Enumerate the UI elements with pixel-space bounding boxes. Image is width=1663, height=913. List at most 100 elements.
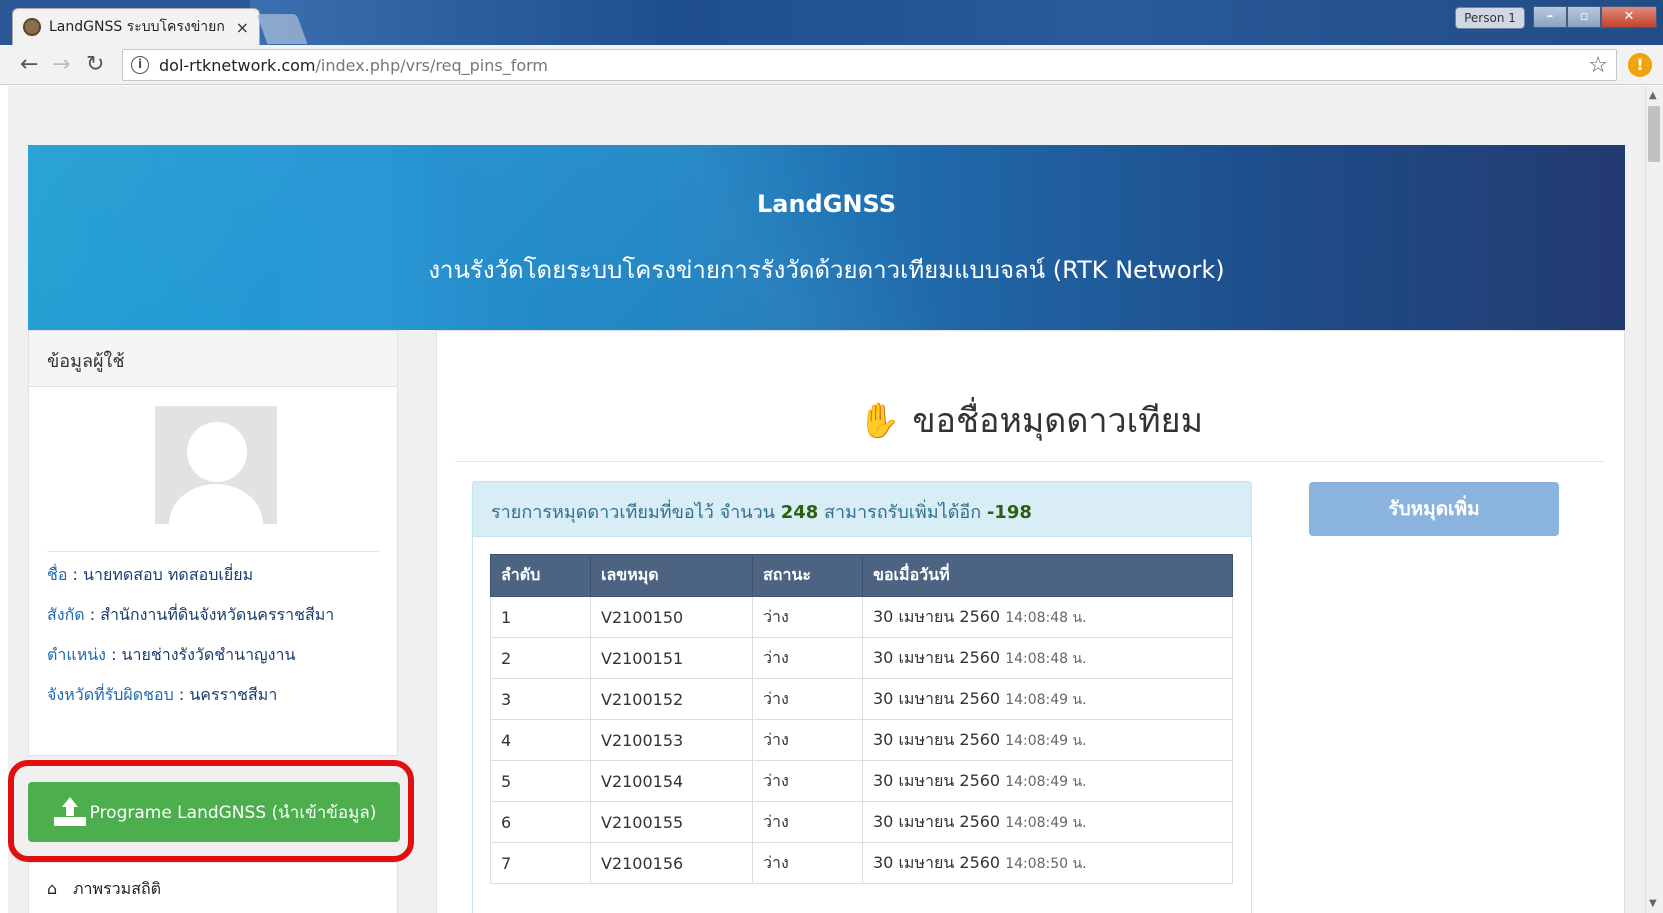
cell-date-time: 14:08:48 น. bbox=[1005, 609, 1087, 626]
tab-close-icon[interactable]: × bbox=[236, 18, 249, 37]
close-window-button[interactable]: ✕ bbox=[1601, 6, 1657, 28]
user-name-row: ชื่อ : นายทดสอบ ทดสอบเยี่ยม bbox=[47, 565, 254, 584]
cell-date-day: 30 เมษายน 2560 bbox=[873, 729, 1001, 749]
minimize-button[interactable]: – bbox=[1533, 6, 1567, 28]
col-header-no: ลำดับ bbox=[490, 554, 591, 597]
pin-summary: รายการหมุดดาวเทียมที่ขอไว้ จำนวน 248 สาม… bbox=[472, 481, 1252, 537]
cell-no: 5 bbox=[490, 760, 591, 802]
cell-date-day: 30 เมษายน 2560 bbox=[873, 852, 1001, 872]
address-bar[interactable]: i dol-rtknetwork.com/index.php/vrs/req_p… bbox=[122, 49, 1617, 81]
tab-landgnss[interactable]: LandGNSS ระบบโครงข่ายก × bbox=[12, 8, 260, 45]
back-arrow-icon[interactable]: ← bbox=[20, 53, 38, 77]
col-header-date: ขอเมื่อวันที่ bbox=[862, 554, 1233, 597]
cell-date-day: 30 เมษายน 2560 bbox=[873, 647, 1001, 667]
cell-date: 30 เมษายน 2560 14:08:48 น. bbox=[862, 637, 1233, 679]
main-panel: ✋ ขอชื่อหมุดดาวเทียม รายการหมุดดาวเทียมที… bbox=[436, 330, 1625, 913]
cell-status: ว่าง bbox=[752, 760, 863, 802]
user-province-row: จังหวัดที่รับผิดชอบ : นครราชสีมา bbox=[47, 685, 278, 704]
table-row: 2 V2100151 ว่าง 30 เมษายน 2560 14:08:48 … bbox=[490, 637, 1233, 679]
forward-arrow-icon[interactable]: → bbox=[52, 53, 70, 77]
summary-remaining: -198 bbox=[986, 502, 1032, 523]
cell-date-day: 30 เมษายน 2560 bbox=[873, 770, 1001, 790]
warning-extension-icon[interactable]: ! bbox=[1628, 53, 1652, 77]
cell-pin: V2100153 bbox=[590, 719, 753, 761]
restore-button[interactable]: ▫ bbox=[1567, 6, 1601, 28]
cell-date-time: 14:08:50 น. bbox=[1005, 855, 1087, 872]
banner-subtitle: งานรังวัดโดยระบบโครงข่ายการรังวัดด้วยดาว… bbox=[428, 256, 1225, 284]
cell-date-time: 14:08:48 น. bbox=[1005, 650, 1087, 667]
table-row: 7 V2100156 ว่าง 30 เมษายน 2560 14:08:50 … bbox=[490, 842, 1233, 884]
pins-table-wrapper: ลำดับ เลขหมุด สถานะ ขอเมื่อวันที่ 1 V210… bbox=[472, 537, 1252, 913]
user-panel-title: ข้อมูลผู้ใช้ bbox=[29, 331, 397, 387]
cell-no: 7 bbox=[490, 842, 591, 884]
page-scrollbar[interactable] bbox=[1645, 86, 1663, 913]
cell-date-time: 14:08:49 น. bbox=[1005, 732, 1087, 749]
site-banner: LandGNSS งานรังวัดโดยระบบโครงข่ายการรังว… bbox=[28, 145, 1625, 330]
table-row: 5 V2100154 ว่าง 30 เมษายน 2560 14:08:49 … bbox=[490, 760, 1233, 802]
scroll-down-arrow-icon[interactable]: ▼ bbox=[1649, 898, 1657, 909]
cell-date-day: 30 เมษายน 2560 bbox=[873, 811, 1001, 831]
cell-date: 30 เมษายน 2560 14:08:49 น. bbox=[862, 760, 1233, 802]
page-title: ✋ ขอชื่อหมุดดาวเทียม bbox=[437, 393, 1624, 447]
hand-icon: ✋ bbox=[857, 401, 901, 441]
cell-status: ว่าง bbox=[752, 719, 863, 761]
cell-no: 3 bbox=[490, 678, 591, 720]
cell-pin: V2100151 bbox=[590, 637, 753, 679]
user-name-label: ชื่อ bbox=[47, 565, 68, 584]
cell-no: 6 bbox=[490, 801, 591, 843]
bookmark-star-icon[interactable]: ☆ bbox=[1588, 53, 1608, 78]
cell-date-day: 30 เมษายน 2560 bbox=[873, 606, 1001, 626]
url-path: /index.php/vrs/req_pins_form bbox=[315, 55, 548, 75]
cell-pin: V2100150 bbox=[590, 596, 753, 638]
cell-no: 1 bbox=[490, 596, 591, 638]
table-row: 3 V2100152 ว่าง 30 เมษายน 2560 14:08:49 … bbox=[490, 678, 1233, 720]
sidebar-menu: ⌂ ภาพรวมสถิติ bbox=[28, 862, 398, 913]
cell-pin: V2100152 bbox=[590, 678, 753, 720]
cell-date: 30 เมษายน 2560 14:08:49 น. bbox=[862, 678, 1233, 720]
tab-title: LandGNSS ระบบโครงข่ายก bbox=[49, 19, 225, 35]
user-info-panel: ข้อมูลผู้ใช้ ชื่อ : นายทดสอบ ทดสอบเยี่ยม… bbox=[28, 330, 398, 756]
user-position-label: ตำแหน่ง bbox=[47, 645, 106, 664]
summary-mid: สามารถรับเพิ่มได้อีก bbox=[824, 502, 982, 523]
cell-date: 30 เมษายน 2560 14:08:49 น. bbox=[862, 719, 1233, 761]
scroll-up-arrow-icon[interactable]: ▲ bbox=[1649, 90, 1657, 101]
cell-no: 2 bbox=[490, 637, 591, 679]
scrollbar-thumb[interactable] bbox=[1648, 106, 1660, 162]
cell-date-time: 14:08:49 น. bbox=[1005, 773, 1087, 790]
title-divider bbox=[455, 461, 1605, 462]
sidebar-item-stats[interactable]: ⌂ ภาพรวมสถิติ bbox=[47, 877, 161, 902]
table-row: 6 V2100155 ว่าง 30 เมษายน 2560 14:08:49 … bbox=[490, 801, 1233, 843]
url-host: dol-rtknetwork.com bbox=[159, 55, 316, 75]
user-position-row: ตำแหน่ง : นายช่างรังวัดชำนาญงาน bbox=[47, 645, 296, 664]
cell-pin: V2100154 bbox=[590, 760, 753, 802]
cell-status: ว่าง bbox=[752, 678, 863, 720]
reload-icon[interactable]: ↻ bbox=[86, 53, 104, 77]
banner-title: LandGNSS bbox=[756, 190, 897, 218]
cell-pin: V2100156 bbox=[590, 842, 753, 884]
cell-date: 30 เมษายน 2560 14:08:49 น. bbox=[862, 801, 1233, 843]
user-avatar bbox=[155, 406, 277, 524]
browser-toolbar: ← → ↻ i dol-rtknetwork.com/index.php/vrs… bbox=[0, 45, 1663, 85]
cell-date-time: 14:08:49 น. bbox=[1005, 691, 1087, 708]
page-viewport: LandGNSS งานรังวัดโดยระบบโครงข่ายการรังว… bbox=[8, 86, 1645, 913]
user-office-row: สังกัด : สำนักงานที่ดินจังหวัดนครราชสีมา bbox=[47, 605, 335, 624]
site-favicon-icon bbox=[23, 18, 41, 36]
user-divider bbox=[47, 551, 379, 552]
user-office-value: สำนักงานที่ดินจังหวัดนครราชสีมา bbox=[100, 605, 335, 624]
window-controls: – ▫ ✕ bbox=[1533, 6, 1657, 28]
cell-no: 4 bbox=[490, 719, 591, 761]
user-name-value: นายทดสอบ ทดสอบเยี่ยม bbox=[83, 565, 254, 584]
avatar-body-shape bbox=[169, 484, 263, 524]
user-position-value: นายช่างรังวัดชำนาญงาน bbox=[121, 645, 296, 664]
pins-table: ลำดับ เลขหมุด สถานะ ขอเมื่อวันที่ 1 V210… bbox=[490, 554, 1233, 884]
cell-status: ว่าง bbox=[752, 801, 863, 843]
cell-status: ว่าง bbox=[752, 842, 863, 884]
request-more-pins-button[interactable]: รับหมุดเพิ่ม bbox=[1309, 482, 1559, 536]
profile-button[interactable]: Person 1 bbox=[1455, 7, 1525, 29]
cell-date-day: 30 เมษายน 2560 bbox=[873, 688, 1001, 708]
cell-date: 30 เมษายน 2560 14:08:48 น. bbox=[862, 596, 1233, 638]
cell-date: 30 เมษายน 2560 14:08:50 น. bbox=[862, 842, 1233, 884]
col-header-pin: เลขหมุด bbox=[590, 554, 753, 597]
site-info-icon[interactable]: i bbox=[131, 56, 149, 74]
titlebar-background bbox=[250, 0, 1663, 45]
